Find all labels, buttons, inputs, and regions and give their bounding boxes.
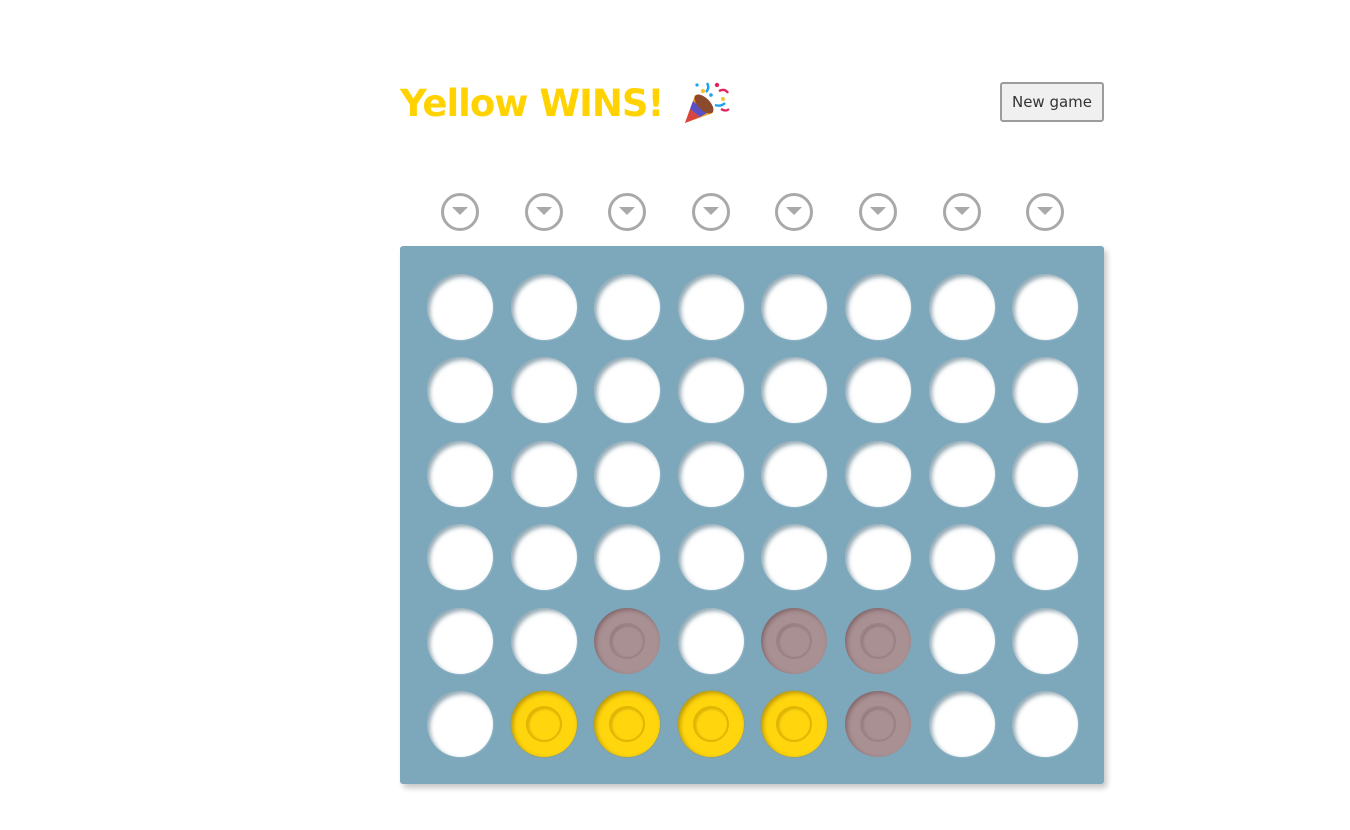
board-cell-r6-c2-yellow-disc (510, 691, 577, 757)
board-cell-r3-c6 (845, 440, 911, 507)
drop-button-col-5[interactable] (775, 193, 814, 231)
disc-ring (609, 706, 646, 742)
board-cell-r4-c2 (510, 524, 577, 591)
board-cell-r3-c1 (427, 440, 493, 507)
board-cell-r2-c3 (594, 357, 661, 424)
disc-ring (692, 706, 729, 742)
status-text: Yellow WINS! (400, 81, 664, 125)
chevron-down-icon (1037, 207, 1054, 215)
game-board (400, 246, 1104, 784)
board-cell-r2-c1 (427, 357, 493, 424)
board-cell-r1-c6 (845, 274, 911, 340)
board-cell-r5-c3-red-disc (594, 607, 661, 674)
board-cell-r6-c6-red-disc (845, 691, 911, 757)
disc-ring (776, 706, 813, 742)
disc-ring (525, 706, 562, 742)
board-cell-r5-c8 (1012, 607, 1079, 674)
board-cell-r3-c3 (594, 440, 661, 507)
disc-ring (860, 706, 896, 742)
board-cell-r3-c8 (1012, 440, 1079, 507)
board-cell-r2-c2 (510, 357, 577, 424)
board-cell-r5-c6-red-disc (845, 607, 911, 674)
board-cell-r1-c7 (928, 274, 995, 340)
disc-ring (609, 622, 646, 659)
board-cell-r1-c8 (1012, 274, 1079, 340)
chevron-down-icon (786, 207, 803, 215)
board-cell-r5-c4 (677, 607, 744, 674)
board-cell-r4-c8 (1012, 524, 1079, 591)
chevron-down-icon (452, 207, 468, 215)
board-cell-r6-c5-yellow-disc (761, 691, 828, 757)
game-header: Yellow WINS! New game (400, 78, 1104, 128)
new-game-button[interactable]: New game (1000, 82, 1104, 122)
board-cell-r4-c7 (928, 524, 995, 591)
board-cell-r1-c2 (510, 274, 577, 340)
board-cell-r1-c3 (594, 274, 661, 340)
board-cell-r5-c2 (510, 607, 577, 674)
drop-button-col-1[interactable] (441, 193, 479, 231)
drop-button-col-2[interactable] (524, 193, 563, 231)
drop-button-col-3[interactable] (608, 193, 647, 231)
board-cell-r2-c6 (845, 357, 911, 424)
connect-four-app: Yellow WINS! New game (0, 0, 1350, 830)
party-popper-icon (681, 79, 731, 127)
board-cell-r6-c7 (928, 691, 995, 757)
board-cell-r6-c3-yellow-disc (594, 691, 661, 757)
board-cell-r4-c5 (761, 524, 828, 591)
board-cell-r1-c5 (761, 274, 828, 340)
chevron-down-icon (702, 207, 719, 215)
board-cell-r6-c1 (427, 691, 493, 757)
board-cell-r2-c8 (1012, 357, 1079, 424)
board-cell-r3-c4 (677, 440, 744, 507)
board-cell-r3-c2 (510, 440, 577, 507)
board-cell-r3-c7 (928, 440, 995, 507)
board-cell-r5-c1 (427, 607, 493, 674)
board-cell-r2-c5 (761, 357, 828, 424)
board-cell-r5-c5-red-disc (761, 607, 828, 674)
chevron-down-icon (870, 207, 886, 215)
board-cell-r3-c5 (761, 440, 828, 507)
board-cell-r5-c7 (928, 607, 995, 674)
chevron-down-icon (953, 207, 970, 215)
board-cell-r1-c4 (677, 274, 744, 340)
column-drop-buttons (400, 193, 1104, 233)
board-cell-r4-c1 (427, 524, 493, 591)
board-cell-r4-c3 (594, 524, 661, 591)
disc-ring (776, 622, 813, 659)
board-cell-r4-c6 (845, 524, 911, 591)
board-cell-r6-c8 (1012, 691, 1079, 757)
disc-ring (860, 622, 896, 659)
game-status: Yellow WINS! (400, 78, 731, 128)
board-cell-r2-c7 (928, 357, 995, 424)
chevron-down-icon (619, 207, 636, 215)
board-cell-r1-c1 (427, 274, 493, 340)
board-cell-r6-c4-yellow-disc (677, 691, 744, 757)
drop-button-col-4[interactable] (691, 193, 730, 231)
chevron-down-icon (535, 207, 552, 215)
drop-button-col-6[interactable] (859, 193, 897, 231)
drop-button-col-8[interactable] (1026, 193, 1065, 231)
board-cell-r2-c4 (677, 357, 744, 424)
drop-button-col-7[interactable] (942, 193, 981, 231)
board-cell-r4-c4 (677, 524, 744, 591)
